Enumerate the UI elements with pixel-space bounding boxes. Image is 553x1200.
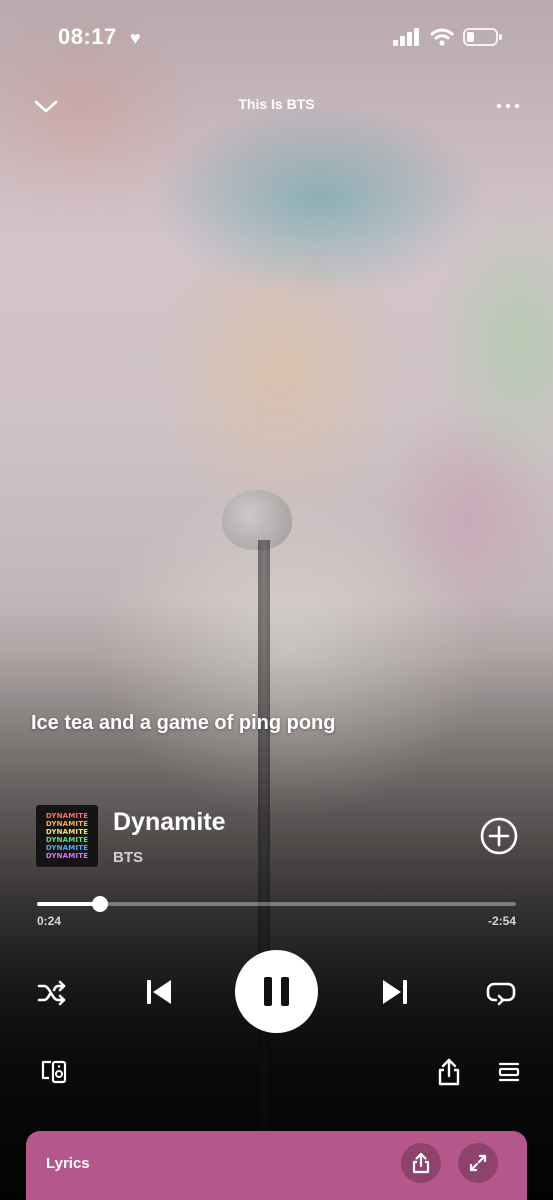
album-art[interactable]: DYNAMITE DYNAMITE DYNAMITE DYNAMITE DYNAMITE… — [36, 805, 98, 867]
share-icon — [401, 1143, 441, 1183]
lyrics-share-button[interactable] — [401, 1143, 441, 1183]
play-pause-button[interactable] — [235, 950, 318, 1033]
repeat-button[interactable] — [484, 977, 518, 1009]
queue-icon — [497, 1060, 521, 1084]
expand-icon — [458, 1143, 498, 1183]
queue-button[interactable] — [497, 1060, 521, 1084]
connect-device-button[interactable] — [40, 1058, 68, 1086]
pause-icon — [235, 950, 318, 1033]
video-lyric-line: Ice tea and a game of ping pong — [31, 712, 336, 734]
remaining-time: -2:54 — [487, 914, 516, 928]
repeat-icon — [484, 977, 518, 1009]
share-button[interactable] — [436, 1057, 462, 1087]
progress-fill — [37, 902, 100, 906]
progress-bar[interactable] — [37, 896, 516, 912]
track-title[interactable]: Dynamite — [113, 808, 226, 837]
album-art-text-row: DYNAMITE — [45, 844, 89, 852]
heart-icon: ♥ — [130, 28, 141, 48]
player-header: This Is BTS — [0, 88, 553, 124]
next-track-button[interactable] — [379, 975, 411, 1009]
album-art-text-row: DYNAMITE — [45, 828, 89, 836]
previous-track-button[interactable] — [143, 975, 175, 1009]
album-art-text-row: DYNAMITE — [45, 852, 89, 860]
battery-icon — [463, 28, 503, 46]
wifi-icon — [430, 27, 454, 47]
elapsed-time: 0:24 — [37, 914, 62, 928]
skip-back-icon — [143, 975, 175, 1009]
now-playing-screen: 08:17 ♥ This Is BTS Ice tea and a game o… — [0, 0, 553, 1200]
cellular-signal-icon — [393, 28, 421, 46]
shuffle-icon — [36, 977, 68, 1009]
album-art-text-row: DYNAMITE — [45, 836, 89, 844]
status-bar: 08:17 ♥ — [0, 20, 553, 56]
lyrics-label: Lyrics — [46, 1155, 90, 1172]
album-art-text-row: DYNAMITE — [45, 820, 89, 828]
lyrics-expand-button[interactable] — [458, 1143, 498, 1183]
share-icon — [436, 1057, 462, 1087]
playlist-title: This Is BTS — [238, 96, 315, 112]
progress-scrubber[interactable] — [91, 896, 108, 912]
album-art-text-row: DYNAMITE — [45, 812, 89, 820]
track-artist[interactable]: BTS — [113, 849, 143, 866]
more-horizontal-icon — [490, 92, 526, 120]
shuffle-button[interactable] — [36, 977, 68, 1009]
plus-circle-icon — [479, 816, 519, 856]
connect-device-icon — [40, 1058, 68, 1086]
skip-forward-icon — [379, 975, 411, 1009]
status-time: 08:17 — [58, 24, 117, 49]
lyrics-card[interactable]: Lyrics — [26, 1131, 527, 1200]
more-options-button[interactable] — [490, 92, 526, 120]
add-to-library-button[interactable] — [479, 816, 519, 856]
